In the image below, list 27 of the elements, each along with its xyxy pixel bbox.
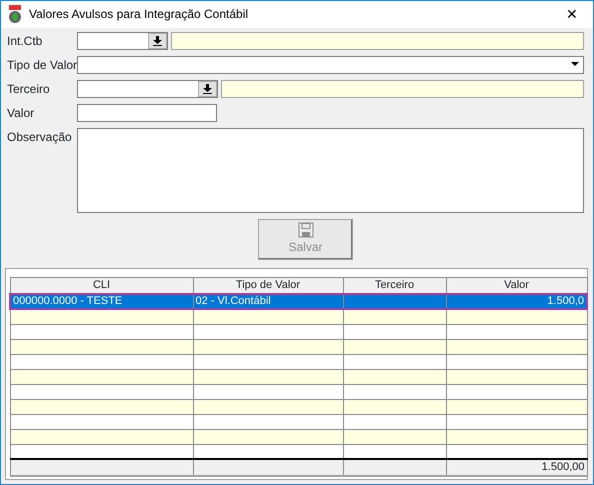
lookup-field[interactable] (77, 80, 218, 98)
field-label: Valor (7, 104, 36, 122)
close-button[interactable]: ✕ (557, 4, 587, 25)
table-row[interactable]: 000000.0000 - TESTE 02 - Vl.Contábil 1.500,0 (10, 294, 587, 309)
table-cell: 000000.0000 - TESTE (10, 294, 193, 309)
table-cell: 1.500,0 (446, 294, 587, 309)
app-icon (7, 5, 23, 24)
field-label: Tipo de Valor (7, 56, 77, 74)
lookup-button[interactable] (198, 80, 217, 96)
table-cell: 02 - Vl.Contábil (193, 294, 343, 309)
down-arrow-icon (153, 36, 162, 46)
window-title: Valores Avulsos para Integração Contábil (29, 6, 250, 24)
column-header: Tipo de Valor (193, 277, 343, 294)
column-header: Valor (446, 277, 587, 294)
field-label: Terceiro (7, 80, 51, 98)
memo-field[interactable] (77, 128, 584, 212)
lookup-button[interactable] (148, 32, 167, 48)
lookup-field[interactable] (77, 32, 168, 50)
save-button: Salvar (258, 218, 353, 260)
column-header: CLI (10, 277, 193, 294)
field-label: Int.Ctb (7, 32, 44, 50)
footer-total: 1.500,00 (446, 459, 587, 476)
dropdown-field[interactable] (77, 56, 584, 74)
column-header: Terceiro (343, 277, 446, 294)
down-arrow-icon (203, 84, 212, 94)
input-field[interactable] (77, 104, 217, 122)
field-label: Observação (7, 128, 73, 146)
